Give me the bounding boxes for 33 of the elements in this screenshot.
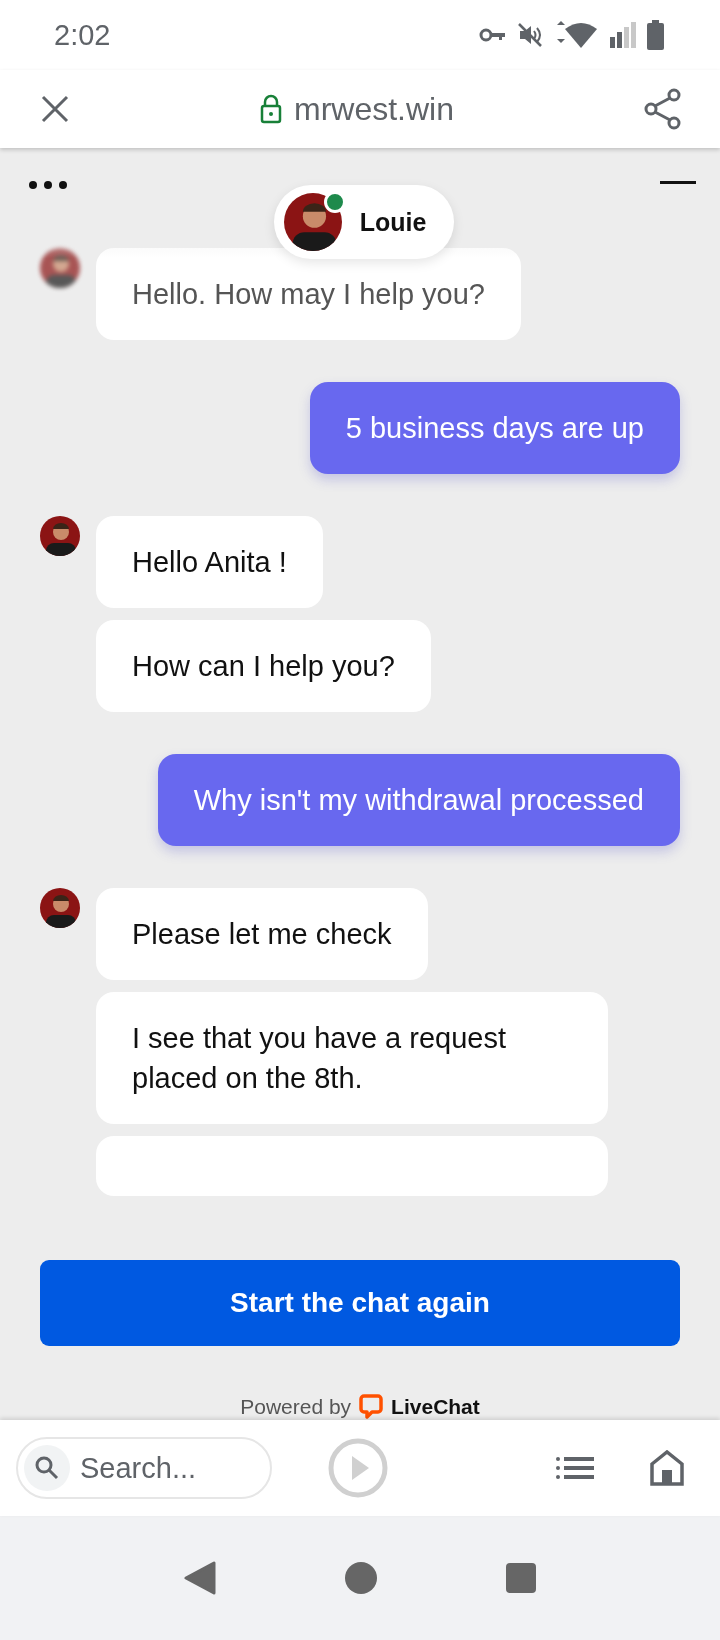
battery-icon bbox=[647, 20, 664, 50]
message-bubble: Hello. How may I help you? bbox=[96, 248, 521, 340]
message-bubble: 5 business days are up bbox=[309, 382, 680, 474]
message-bubble: How can I help you? bbox=[96, 620, 431, 712]
url-text: mrwest.win bbox=[294, 90, 454, 128]
status-time: 2:02 bbox=[54, 18, 111, 52]
message-bubble: Please let me check bbox=[96, 888, 428, 980]
message-bubble: I see that you have a request placed on the 8th. bbox=[96, 992, 608, 1124]
message-bubble: Why isn't my withdrawal processed bbox=[157, 754, 680, 846]
search-field[interactable]: Search... bbox=[16, 1437, 272, 1499]
key-icon bbox=[479, 27, 507, 43]
avatar-icon bbox=[283, 193, 342, 251]
avatar-icon bbox=[40, 516, 80, 556]
powered-by-label: Powered by bbox=[240, 1395, 352, 1419]
avatar-icon bbox=[40, 248, 80, 288]
brand-name: LiveChat bbox=[391, 1395, 480, 1419]
search-icon bbox=[34, 1455, 60, 1481]
list-icon[interactable] bbox=[556, 1457, 594, 1479]
more-icon[interactable] bbox=[28, 180, 68, 190]
close-icon[interactable] bbox=[40, 94, 70, 124]
lock-icon bbox=[260, 94, 282, 124]
message-bubble: Hello Anita ! bbox=[96, 516, 323, 608]
minimize-icon[interactable] bbox=[660, 181, 696, 185]
agent-name: Louie bbox=[359, 207, 427, 237]
back-icon[interactable] bbox=[184, 1561, 216, 1595]
restart-chat-button[interactable]: Start the chat again bbox=[40, 1260, 680, 1346]
mute-icon bbox=[517, 22, 543, 48]
share-icon[interactable] bbox=[644, 88, 682, 130]
chat-bubble-icon bbox=[359, 1394, 384, 1420]
avatar-icon bbox=[40, 888, 80, 928]
home-icon[interactable] bbox=[344, 1561, 378, 1595]
signal-icon bbox=[609, 21, 637, 49]
home-icon[interactable] bbox=[650, 1450, 684, 1486]
